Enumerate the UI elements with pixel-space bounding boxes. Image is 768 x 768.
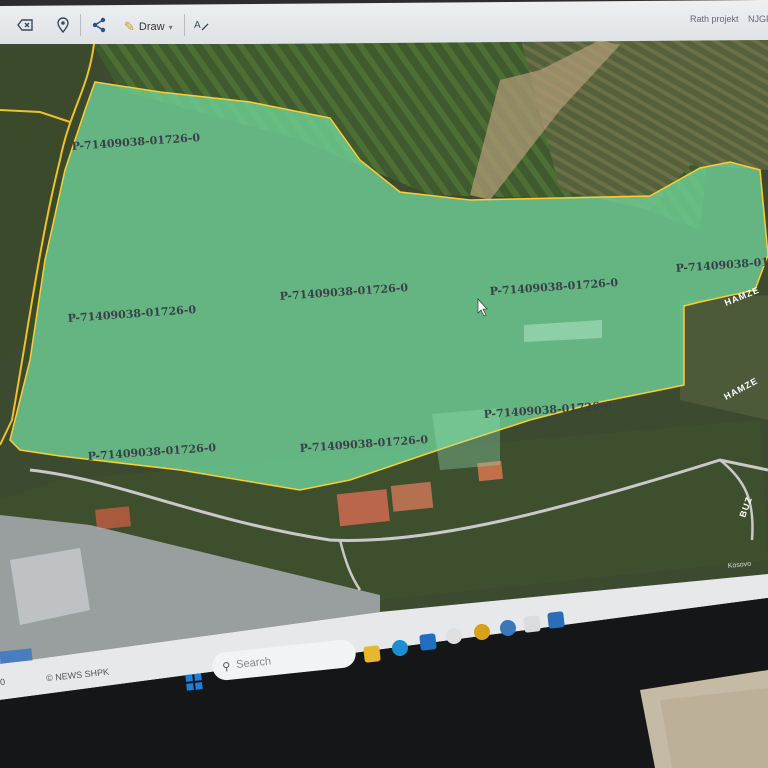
- toolbar-right-label[interactable]: NJGF: [748, 14, 768, 24]
- search-placeholder: Search: [235, 655, 272, 671]
- desk-item-shade: [660, 688, 768, 768]
- toolbar-divider: [184, 14, 185, 36]
- outlook-icon[interactable]: [419, 633, 437, 651]
- toolbar-divider: [80, 14, 81, 36]
- file-explorer-icon[interactable]: [363, 645, 381, 663]
- word-icon[interactable]: [547, 611, 565, 629]
- location-pin-icon[interactable]: [52, 14, 74, 36]
- draw-dropdown[interactable]: ✎ Draw ▾: [118, 16, 179, 38]
- building-roof: [95, 506, 131, 530]
- chevron-down-icon: ▾: [168, 22, 173, 32]
- search-icon: ⚲: [221, 660, 232, 673]
- map-view[interactable]: P-71409038-01726-0 P-71409038-01726-0 P-…: [0, 0, 768, 768]
- erase-icon[interactable]: [14, 14, 36, 36]
- toolbar-right-label[interactable]: Rath projekt: [690, 14, 739, 24]
- text-tool-icon[interactable]: A: [190, 14, 212, 36]
- photo-of-monitor: P-71409038-01726-0 P-71409038-01726-0 P-…: [0, 0, 768, 768]
- mail-icon[interactable]: [523, 615, 541, 633]
- share-icon[interactable]: [88, 14, 110, 36]
- scale-text: 0: [0, 676, 6, 688]
- map-toolbar: ✎ Draw ▾ A Rath projekt NJGF: [0, 0, 768, 44]
- svg-text:A: A: [194, 20, 201, 31]
- draw-label: Draw: [138, 21, 165, 33]
- houses-right: [680, 295, 768, 420]
- pencil-icon: ✎: [124, 19, 135, 34]
- building-roof: [336, 489, 390, 527]
- windows-start-icon[interactable]: [185, 673, 203, 691]
- building-roof: [390, 481, 434, 512]
